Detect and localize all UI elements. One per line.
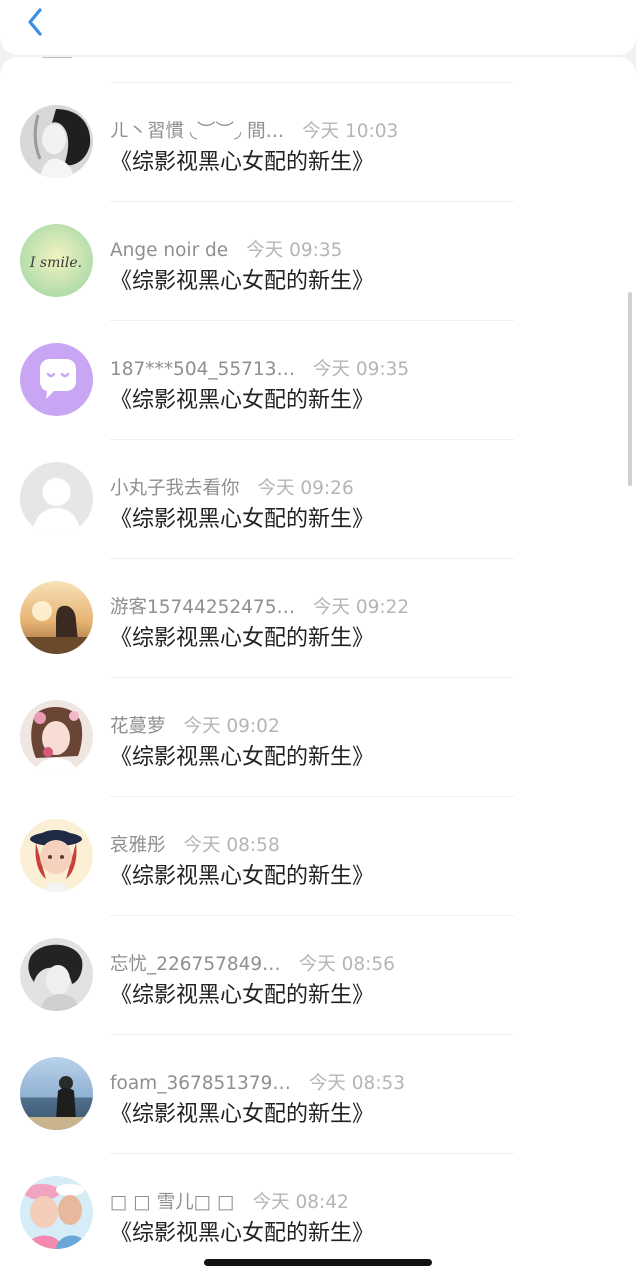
divider — [110, 796, 514, 797]
divider — [110, 1153, 514, 1154]
comment-meta: ㄦ丶習慣 ◟︶︶◞ 間… 今天 10:03 — [110, 119, 398, 145]
avatar[interactable] — [20, 700, 93, 773]
list-top-edge — [42, 57, 72, 58]
username[interactable]: Ange noir de — [110, 240, 228, 261]
avatar[interactable]: I smile. — [20, 224, 93, 297]
timestamp: 今天 09:22 — [312, 597, 410, 618]
comment-meta: 游客15744252475… 今天 09:22 — [110, 595, 409, 621]
comment-meta: Ange noir de 今天 09:35 — [110, 238, 342, 264]
comment-item[interactable]: 忘忧_226757849… 今天 08:56 《综影视黑心女配的新生》 — [0, 915, 636, 1034]
chevron-left-icon — [28, 8, 42, 36]
top-navigation-bar — [0, 0, 636, 55]
avatar[interactable] — [20, 938, 93, 1011]
avatar[interactable] — [20, 1176, 93, 1249]
comment-meta: 187***504_55713… 今天 09:35 — [110, 357, 409, 383]
comment-list: ㄦ丶習慣 ◟︶︶◞ 間… 今天 10:03 《综影视黑心女配的新生》 I smil… — [0, 57, 636, 1280]
timestamp: 今天 08:42 — [252, 1192, 349, 1213]
svg-text:I smile.: I smile. — [29, 255, 82, 271]
timestamp: 今天 08:58 — [183, 835, 280, 856]
divider — [110, 82, 514, 83]
username[interactable]: 忘忧_226757849… — [110, 954, 281, 975]
comment-text: 《综影视黑心女配的新生》 — [110, 983, 375, 1008]
avatar[interactable] — [20, 581, 93, 654]
comment-item[interactable]: □ □ 雪儿□ □ 今天 08:42 《综影视黑心女配的新生》 — [0, 1153, 636, 1272]
comment-text: 《综影视黑心女配的新生》 — [110, 269, 375, 294]
comment-meta: 小丸子我去看你 今天 09:26 — [110, 476, 354, 502]
comment-item[interactable]: 花蔓萝 今天 09:02 《综影视黑心女配的新生》 — [0, 677, 636, 796]
comment-item[interactable]: I smile. Ange noir de 今天 09:35 《综影视黑心女配的新… — [0, 201, 636, 320]
divider — [110, 1034, 514, 1035]
comment-text: 《综影视黑心女配的新生》 — [110, 626, 375, 651]
timestamp: 今天 08:56 — [298, 954, 395, 975]
divider — [110, 915, 514, 916]
default-user-icon — [20, 462, 93, 535]
comment-item[interactable]: foam_367851379… 今天 08:53 《综影视黑心女配的新生》 — [0, 1034, 636, 1153]
username[interactable]: 花蔓萝 — [110, 716, 166, 737]
comment-text: 《综影视黑心女配的新生》 — [110, 1221, 375, 1246]
comment-item[interactable]: 哀雅彤 今天 08:58 《综影视黑心女配的新生》 — [0, 796, 636, 915]
avatar[interactable] — [20, 105, 93, 178]
timestamp: 今天 09:02 — [183, 716, 280, 737]
comments-page: ㄦ丶習慣 ◟︶︶◞ 間… 今天 10:03 《综影视黑心女配的新生》 I smil… — [0, 0, 636, 1280]
comment-meta: 花蔓萝 今天 09:02 — [110, 714, 280, 740]
chat-bubble-icon — [20, 343, 93, 416]
username[interactable]: 小丸子我去看你 — [110, 478, 240, 499]
timestamp: 今天 10:03 — [302, 121, 399, 142]
comment-text: 《综影视黑心女配的新生》 — [110, 150, 375, 175]
divider — [110, 439, 514, 440]
home-indicator[interactable] — [204, 1259, 432, 1266]
back-button[interactable] — [18, 2, 58, 42]
comment-item[interactable]: 小丸子我去看你 今天 09:26 《综影视黑心女配的新生》 — [0, 439, 636, 558]
avatar[interactable] — [20, 462, 93, 535]
comment-text: 《综影视黑心女配的新生》 — [110, 1102, 375, 1127]
comment-meta: foam_367851379… 今天 08:53 — [110, 1071, 405, 1097]
username[interactable]: 哀雅彤 — [110, 835, 166, 856]
timestamp: 今天 09:26 — [257, 478, 354, 499]
username[interactable]: foam_367851379… — [110, 1073, 291, 1094]
divider — [110, 558, 514, 559]
comment-text: 《综影视黑心女配的新生》 — [110, 388, 375, 413]
timestamp: 今天 08:53 — [308, 1073, 406, 1094]
username[interactable]: □ □ 雪儿□ □ — [110, 1192, 235, 1213]
avatar[interactable] — [20, 1057, 93, 1130]
comment-text: 《综影视黑心女配的新生》 — [110, 507, 375, 532]
comment-item[interactable]: 187***504_55713… 今天 09:35 《综影视黑心女配的新生》 — [0, 320, 636, 439]
comment-meta: □ □ 雪儿□ □ 今天 08:42 — [110, 1190, 349, 1216]
timestamp: 今天 09:35 — [246, 240, 343, 261]
scrollbar[interactable] — [628, 292, 632, 486]
timestamp: 今天 09:35 — [312, 359, 410, 380]
comment-item[interactable]: ㄦ丶習慣 ◟︶︶◞ 間… 今天 10:03 《综影视黑心女配的新生》 — [0, 82, 636, 201]
comment-meta: 哀雅彤 今天 08:58 — [110, 833, 280, 859]
comment-item[interactable]: 游客15744252475… 今天 09:22 《综影视黑心女配的新生》 — [0, 558, 636, 677]
username[interactable]: ㄦ丶習慣 ◟︶︶◞ 間… — [110, 121, 284, 142]
divider — [110, 677, 514, 678]
comment-text: 《综影视黑心女配的新生》 — [110, 745, 375, 770]
comment-meta: 忘忧_226757849… 今天 08:56 — [110, 952, 395, 978]
divider — [110, 201, 514, 202]
avatar[interactable] — [20, 819, 93, 892]
username[interactable]: 游客15744252475… — [110, 597, 295, 618]
divider — [110, 320, 514, 321]
username[interactable]: 187***504_55713… — [110, 359, 295, 380]
comment-text: 《综影视黑心女配的新生》 — [110, 864, 375, 889]
avatar[interactable] — [20, 343, 93, 416]
